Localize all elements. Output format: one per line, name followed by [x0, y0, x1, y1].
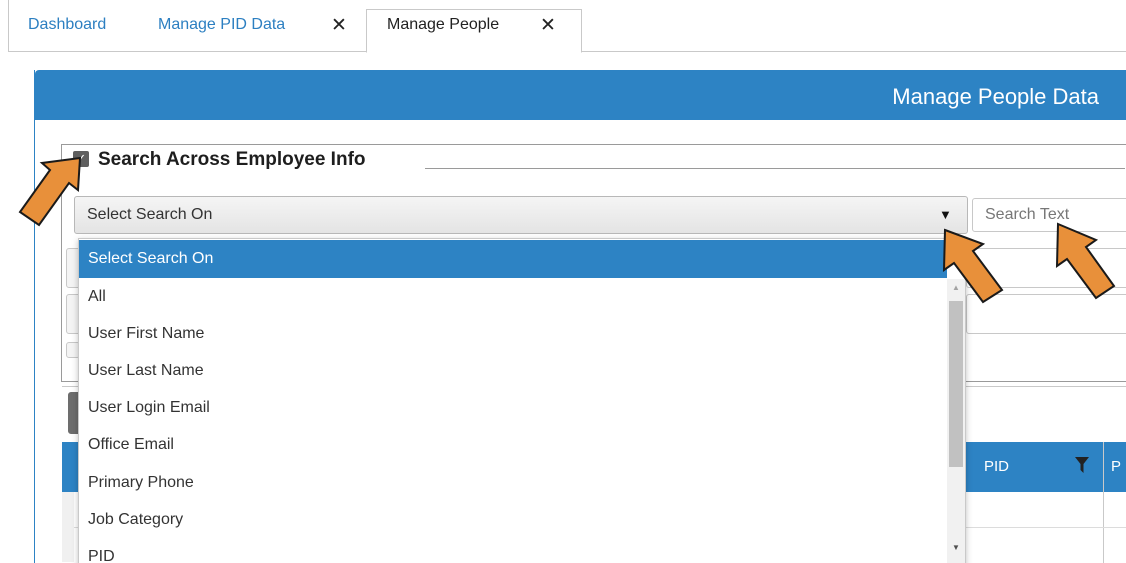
- annotation-arrow-icon: [942, 228, 1004, 304]
- annotation-arrows: [18, 156, 1116, 304]
- app-root: Dashboard Manage PID Data ✕ Manage Peopl…: [0, 0, 1126, 563]
- annotation-arrow-icon: [18, 156, 82, 227]
- annotation-arrow-icon: [1055, 222, 1116, 300]
